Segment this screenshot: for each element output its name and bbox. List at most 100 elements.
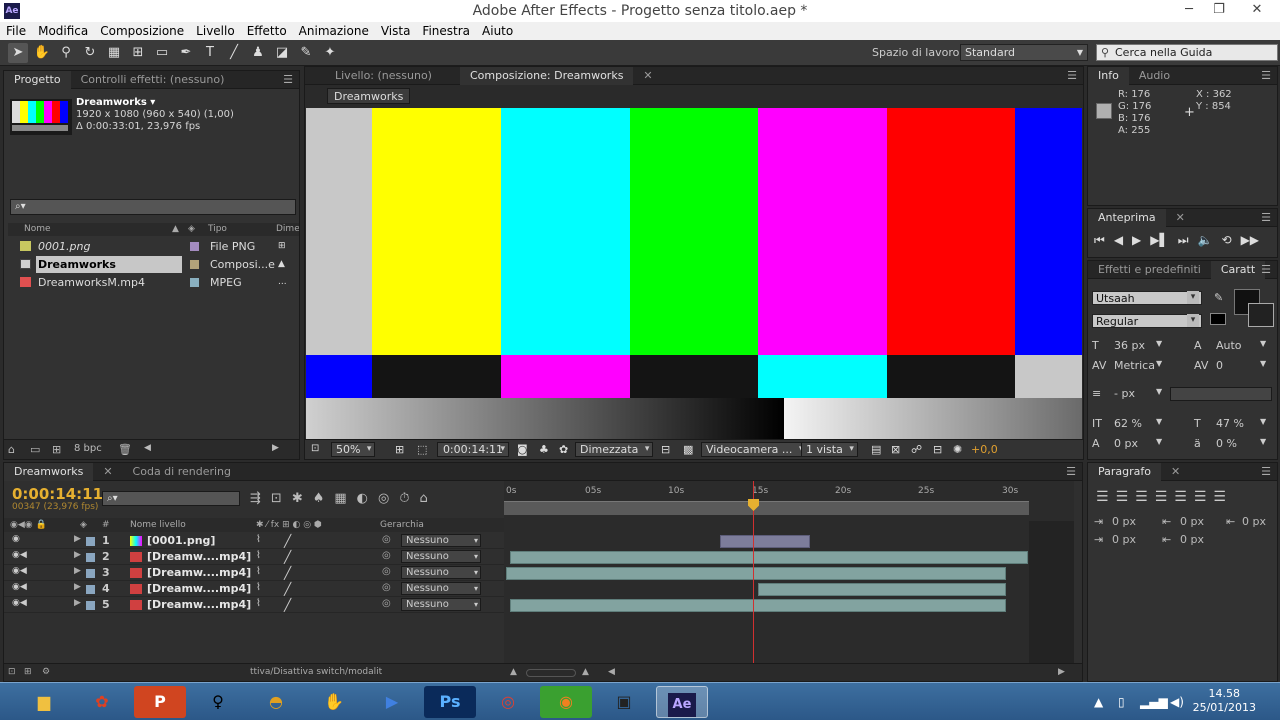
camera-tool-icon[interactable]: ▦ xyxy=(104,43,124,63)
tsume-value[interactable]: 0 % xyxy=(1216,437,1237,450)
shy-switch-icon[interactable]: ⌇ xyxy=(256,582,261,593)
menu-vista[interactable]: Vista xyxy=(375,22,417,40)
zoom-out-icon[interactable]: ▲ xyxy=(510,667,517,677)
font-family-select[interactable]: Utsaah xyxy=(1092,291,1202,305)
chevron-down-icon[interactable]: ▼ xyxy=(1156,359,1162,368)
always-preview-icon[interactable]: ⊡ xyxy=(311,443,319,454)
flowchart-icon[interactable]: ☍ xyxy=(911,443,922,456)
layer-row[interactable]: ◉◀ ▶ 5 [Dreamw....mp4] ⌇ ╱ ◎ Nessuno xyxy=(4,597,504,613)
project-item[interactable]: DreamworksM.mp4 MPEG ... xyxy=(8,274,299,291)
rotate-tool-icon[interactable]: ↻ xyxy=(80,43,100,63)
puppet-tool-icon[interactable]: ✦ xyxy=(320,43,340,63)
view-layout-select[interactable]: 1 vista xyxy=(801,442,858,457)
ram-preview-icon[interactable]: ▶▶ xyxy=(1241,233,1259,248)
parent-select[interactable]: Nessuno xyxy=(401,550,481,563)
timeline-graph-area[interactable]: 0s 05s 10s 15s 20s 25s 30s xyxy=(504,481,1074,671)
label-column-icon[interactable]: ◈ xyxy=(188,224,195,234)
panel-menu-icon[interactable]: ☰ xyxy=(1261,263,1271,276)
chevron-down-icon[interactable]: ▼ xyxy=(1156,437,1162,446)
label-color[interactable] xyxy=(190,260,199,269)
layer-row[interactable]: ◉◀ ▶ 2 [Dreamw....mp4] ⌇ ╱ ◎ Nessuno xyxy=(4,549,504,565)
align-left-icon[interactable]: ☰ xyxy=(1096,489,1109,505)
layer-name[interactable]: [Dreamw....mp4] xyxy=(147,566,251,579)
layer-search-input[interactable]: ⌕▾ xyxy=(102,491,240,506)
brush-tool-icon[interactable]: ╱ xyxy=(224,43,244,63)
device-icon[interactable]: ▯ xyxy=(1118,695,1125,709)
twirl-icon[interactable]: ▶ xyxy=(74,534,81,544)
photoshop-icon[interactable]: Ps xyxy=(424,686,476,718)
blender-icon[interactable]: ◉ xyxy=(540,686,592,718)
pick-whip-icon[interactable]: ◎ xyxy=(382,534,391,545)
toggle-switches-modes-button[interactable]: ttiva/Disattiva switch/modalit xyxy=(250,667,382,677)
menu-livello[interactable]: Livello xyxy=(190,22,241,40)
exposure-value[interactable]: +0,0 xyxy=(971,443,998,456)
indent-right-value[interactable]: 0 px xyxy=(1242,515,1266,528)
in-out-icon[interactable]: ⚙ xyxy=(42,667,50,677)
leading-value[interactable]: Auto xyxy=(1216,339,1242,352)
volume-icon[interactable]: ◀) xyxy=(1170,695,1184,709)
close-icon[interactable]: ✕ xyxy=(633,67,662,85)
after-effects-taskbar-icon[interactable]: Ae xyxy=(656,686,708,718)
work-area-bar[interactable] xyxy=(504,501,1029,515)
layer-row[interactable]: ◉◀ ▶ 3 [Dreamw....mp4] ⌇ ╱ ◎ Nessuno xyxy=(4,565,504,581)
motion-blur-icon[interactable]: ◐ xyxy=(357,491,368,506)
minimize-icon[interactable]: ─ xyxy=(1174,0,1204,22)
region-of-interest-icon[interactable]: ⊟ xyxy=(661,443,670,456)
horizontal-scale-value[interactable]: 47 % xyxy=(1216,417,1244,430)
loop-icon[interactable]: ⟲ xyxy=(1222,233,1232,248)
stroke-type-select[interactable] xyxy=(1170,387,1272,401)
menu-aiuto[interactable]: Aiuto xyxy=(476,22,519,40)
maximize-icon[interactable]: ❐ xyxy=(1204,0,1234,22)
trash-icon[interactable]: 🗑 xyxy=(118,443,132,456)
show-hidden-icons-icon[interactable]: ▲ xyxy=(1094,695,1103,709)
help-search-input[interactable]: ⚲ Cerca nella Guida xyxy=(1096,44,1278,61)
scroll-left-icon[interactable]: ◀ xyxy=(608,667,615,677)
powerpoint-icon[interactable]: P xyxy=(134,686,186,718)
menu-effetto[interactable]: Effetto xyxy=(241,22,293,40)
layer-name[interactable]: [Dreamw....mp4] xyxy=(147,598,251,611)
align-right-icon[interactable]: ☰ xyxy=(1135,489,1148,505)
menu-composizione[interactable]: Composizione xyxy=(94,22,190,40)
play-icon[interactable]: ▶ xyxy=(1132,233,1141,248)
timeline-icon[interactable]: ⊟ xyxy=(933,443,942,456)
shy-switch-icon[interactable]: ⌇ xyxy=(256,550,261,561)
project-item[interactable]: 0001.png File PNG ⊞ xyxy=(8,238,299,255)
snapshot-icon[interactable]: ◙ xyxy=(517,443,528,456)
layer-duration-bar[interactable] xyxy=(506,567,1006,580)
align-center-icon[interactable]: ☰ xyxy=(1116,489,1129,505)
layer-duration-bar[interactable] xyxy=(510,551,1028,564)
chevron-down-icon[interactable]: ▼ xyxy=(1156,339,1162,348)
tab-paragrafo[interactable]: Paragrafo xyxy=(1088,463,1161,481)
current-time-display[interactable]: 0:00:14:11 xyxy=(437,442,509,457)
chevron-down-icon[interactable]: ▼ xyxy=(1260,359,1266,368)
channel-icon[interactable]: ✿ xyxy=(559,443,568,456)
hand-tool-icon[interactable]: ✋ xyxy=(32,43,52,63)
media-player-icon[interactable]: ▶ xyxy=(366,686,418,718)
new-folder-icon[interactable]: ▭ xyxy=(30,443,40,456)
chevron-down-icon[interactable]: ▼ xyxy=(1260,417,1266,426)
label-color[interactable] xyxy=(190,278,199,287)
safe-zones-icon[interactable]: ⊞ xyxy=(395,443,404,456)
project-search-input[interactable]: ⌕▾ xyxy=(10,199,296,215)
layer-name[interactable]: [0001.png] xyxy=(147,534,215,547)
pick-whip-icon[interactable]: ◎ xyxy=(382,550,391,561)
label-color[interactable] xyxy=(86,553,95,562)
time-ruler[interactable]: 0s 05s 10s 15s 20s 25s 30s xyxy=(504,486,1069,500)
toggle-pixel-aspect-icon[interactable]: ▤ xyxy=(871,443,881,456)
text-tool-icon[interactable]: T xyxy=(200,43,220,63)
zoom-tool-icon[interactable]: ⚲ xyxy=(56,43,76,63)
label-color[interactable] xyxy=(86,601,95,610)
camera-select[interactable]: Videocamera ... xyxy=(701,442,808,457)
space-before-value[interactable]: 0 px xyxy=(1112,533,1136,546)
project-item[interactable]: Dreamworks Composi...e ▲ xyxy=(8,256,299,273)
eye-icon[interactable]: ◉ xyxy=(12,534,20,544)
tab-carattere[interactable]: Caratt xyxy=(1210,261,1266,279)
draft-3d-icon[interactable]: ✱ xyxy=(292,491,303,506)
col-tipo[interactable]: Tipo xyxy=(208,224,227,234)
fast-previews-icon[interactable]: ⊠ xyxy=(891,443,900,456)
panel-menu-icon[interactable]: ☰ xyxy=(1066,465,1076,478)
label-color[interactable] xyxy=(86,537,95,546)
label-color[interactable] xyxy=(86,585,95,594)
chevron-down-icon[interactable]: ▼ xyxy=(1156,387,1162,396)
tab-effetti-predefiniti[interactable]: Effetti e predefiniti xyxy=(1088,261,1211,279)
